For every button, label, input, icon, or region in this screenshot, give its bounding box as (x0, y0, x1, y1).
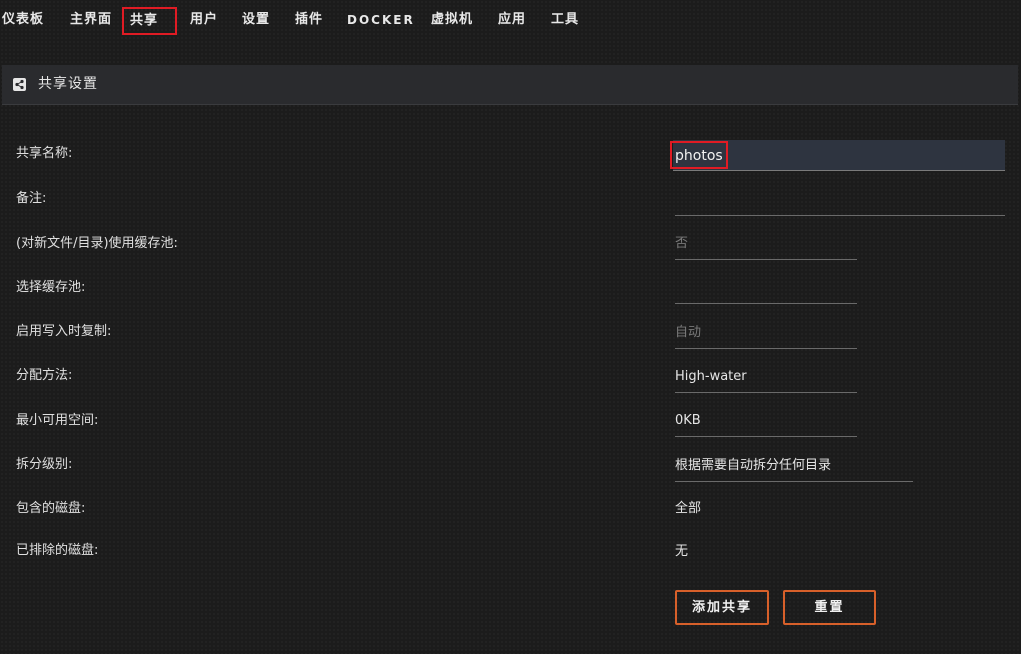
use-cache-label: (对新文件/目录)使用缓存池: (16, 236, 178, 251)
share-icon (13, 78, 26, 91)
section-title: 共享设置 (38, 76, 98, 92)
included-disks-label: 包含的磁盘: (16, 501, 86, 516)
add-share-button[interactable]: 添加共享 (675, 590, 769, 625)
nav-item-dashboard[interactable]: 仪表板 (2, 8, 44, 32)
copy-on-write-underline[interactable] (675, 348, 857, 349)
nav-item-vms[interactable]: 虚拟机 (431, 8, 473, 32)
excluded-disks-select[interactable]: 无 (675, 543, 688, 561)
top-navigation: 仪表板 主界面 共享 用户 设置 插件 DOCKER 虚拟机 应用 工具 (0, 0, 1021, 40)
split-level-underline[interactable] (675, 481, 913, 482)
min-free-space-underline[interactable] (675, 436, 857, 437)
nav-item-apps[interactable]: 应用 (498, 8, 526, 32)
nav-item-settings[interactable]: 设置 (242, 8, 270, 32)
share-name-label: 共享名称: (16, 146, 73, 161)
nav-item-main[interactable]: 主界面 (70, 8, 112, 32)
allocation-method-select[interactable]: High-water (675, 368, 747, 386)
excluded-disks-label: 已排除的磁盘: (16, 543, 99, 558)
nav-item-shares[interactable]: 共享 (122, 7, 177, 35)
select-cache-label: 选择缓存池: (16, 280, 86, 295)
reset-button[interactable]: 重置 (783, 590, 876, 625)
select-cache-underline[interactable] (675, 303, 857, 304)
split-level-label: 拆分级别: (16, 457, 73, 472)
comment-label: 备注: (16, 191, 47, 206)
copy-on-write-label: 启用写入时复制: (16, 324, 112, 339)
copy-on-write-select[interactable]: 自动 (675, 324, 701, 342)
nav-item-tools[interactable]: 工具 (551, 8, 579, 32)
comment-input-underline[interactable] (675, 215, 1005, 216)
allocation-method-underline[interactable] (675, 392, 857, 393)
included-disks-select[interactable]: 全部 (675, 500, 701, 518)
min-free-space-label: 最小可用空间: (16, 413, 99, 428)
share-name-value[interactable]: photos (670, 141, 728, 169)
use-cache-underline[interactable] (675, 259, 857, 260)
allocation-method-label: 分配方法: (16, 368, 73, 383)
use-cache-select[interactable]: 否 (675, 235, 688, 253)
nav-item-plugins[interactable]: 插件 (295, 8, 323, 32)
nav-item-docker[interactable]: DOCKER (347, 8, 415, 32)
nav-item-users[interactable]: 用户 (190, 8, 218, 32)
section-header: 共享设置 (2, 65, 1018, 105)
min-free-space-input[interactable]: 0KB (675, 412, 701, 430)
split-level-select[interactable]: 根据需要自动拆分任何目录 (675, 457, 831, 475)
